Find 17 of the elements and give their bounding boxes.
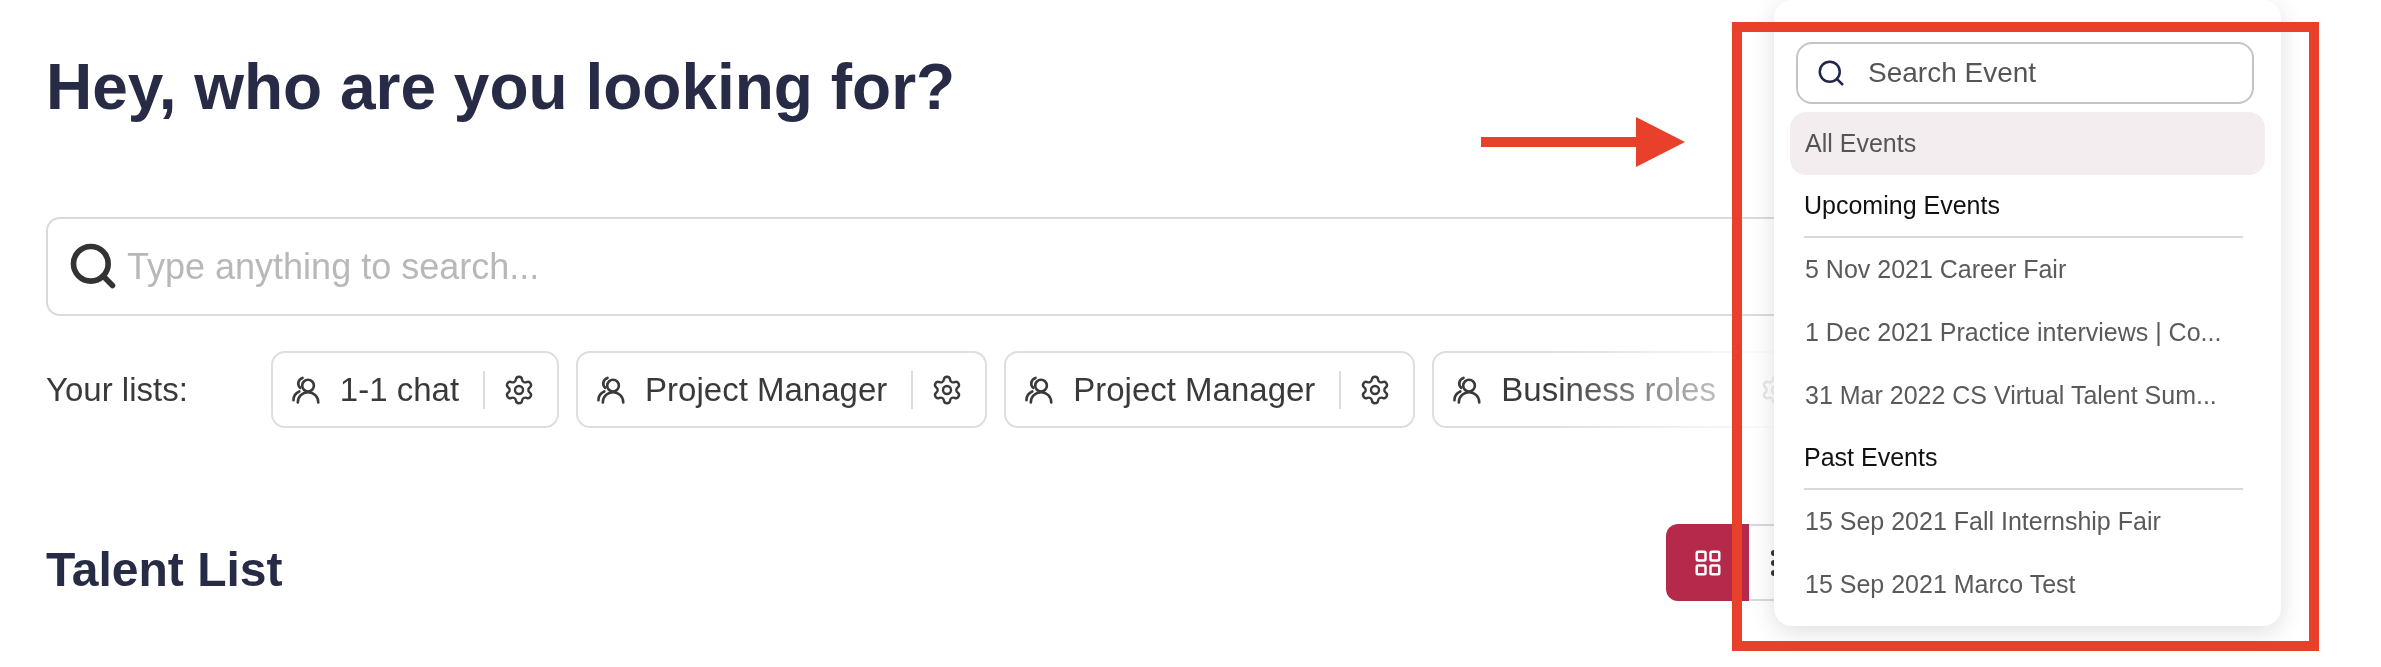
event-option[interactable]: 15 Sep 2021 Fall Internship Fair xyxy=(1790,490,2265,553)
event-search-field[interactable]: Search Event xyxy=(1796,42,2254,104)
lists-label: Your lists: xyxy=(46,369,188,410)
event-option[interactable]: All Events xyxy=(1790,112,2265,175)
event-group-heading: Upcoming Events xyxy=(1804,175,2243,238)
list-chip[interactable]: Project Manager xyxy=(1004,351,1416,428)
section-title: Talent List xyxy=(46,545,283,594)
event-group-heading: Past Events xyxy=(1804,427,2243,490)
people-icon xyxy=(291,375,320,404)
event-option[interactable]: 15 Sep 2021 Marco Test xyxy=(1790,553,2265,616)
event-option[interactable]: 31 Mar 2022 CS Virtual Talent Sum... xyxy=(1790,364,2265,427)
search-icon xyxy=(1816,58,1846,88)
people-icon xyxy=(1025,375,1054,404)
people-icon xyxy=(1453,375,1482,404)
list-chip[interactable]: 1-1 chat xyxy=(270,351,560,428)
list-chip[interactable]: Project Manager xyxy=(576,351,988,428)
people-icon xyxy=(597,375,626,404)
